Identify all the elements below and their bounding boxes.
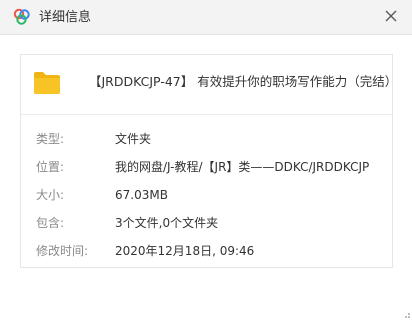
cloud-icon [13,8,30,25]
detail-row-location: 位置: 我的网盘/J-教程/【JR】类——DDKC/JRDDKCJP [21,158,392,176]
resize-grip[interactable] [401,309,411,319]
modified-value: 2020年12月18日, 09:46 [115,244,255,258]
dialog-title: 详细信息 [39,10,92,25]
folder-icon [34,72,60,94]
item-name: 【JRDDKCJP-47】 有效提升你的职场写作能力（完结） [89,74,398,89]
contains-label: 包含: [36,216,65,230]
detail-row-type: 类型: 文件夹 [21,130,392,148]
details-dialog: 详细信息 【JRDDKCJP-47】 有效提升你的职场写作能力（完结） 类型: … [0,0,412,320]
detail-row-modified: 修改时间: 2020年12月18日, 09:46 [21,242,392,260]
close-button[interactable] [381,6,401,26]
close-icon [385,10,397,22]
location-value[interactable]: 我的网盘/J-教程/【JR】类——DDKC/JRDDKCJP [115,158,369,176]
details-panel: 【JRDDKCJP-47】 有效提升你的职场写作能力（完结） 类型: 文件夹 位… [20,54,397,268]
detail-row-size: 大小: 67.03MB [21,186,392,204]
type-value: 文件夹 [115,132,152,146]
location-label: 位置: [36,160,65,174]
divider [21,114,392,115]
size-value: 67.03MB [115,188,168,202]
type-label: 类型: [36,132,65,146]
modified-label: 修改时间: [36,244,89,258]
size-label: 大小: [36,188,65,202]
contains-value: 3个文件,0个文件夹 [115,216,219,230]
title-bar: 详细信息 [0,0,412,35]
detail-row-contains: 包含: 3个文件,0个文件夹 [21,214,392,232]
